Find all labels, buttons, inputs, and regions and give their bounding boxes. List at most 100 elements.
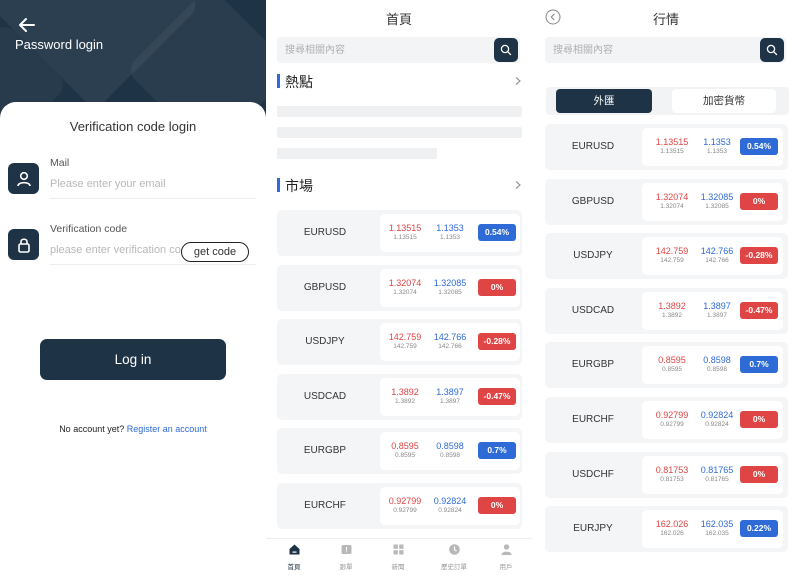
bid-value: 1.3892: [391, 386, 419, 397]
change-badge: 0.54%: [478, 224, 516, 241]
ask-price: 0.8598 0.8598: [692, 355, 742, 373]
login-card: Verification code login Mail Verificatio…: [0, 102, 266, 575]
change-badge: 0%: [478, 497, 516, 514]
bid-sub-value: 142.759: [660, 257, 684, 265]
chevron-right-icon[interactable]: [513, 180, 523, 190]
bid-sub-value: 142.759: [393, 343, 417, 351]
bid-price: 1.3892 1.3892: [380, 387, 430, 405]
bid-value: 1.32074: [388, 277, 422, 288]
quote-row[interactable]: USDJPY 142.759 142.759 142.766 142.766 -0.28%: [277, 319, 522, 366]
quote-row[interactable]: EURJPY 162.026 162.026 162.035 162.035 0.22%: [545, 506, 788, 553]
quote-row[interactable]: USDJPY 142.759 142.759 142.766 142.766 -0.28%: [545, 233, 788, 280]
change-badge: 0%: [478, 278, 516, 296]
quote-price-box: 1.32074 1.32074 1.32085 1.32085 0%: [642, 182, 783, 221]
quote-price-box: 1.3892 1.3892 1.3897 1.3897 -0.47%: [380, 377, 520, 416]
bid-price: 0.81753 0.81753: [647, 465, 697, 483]
quote-price-box: 0.92799 0.92799 0.92824 0.92824 0%: [380, 487, 520, 525]
ask-price: 0.92824 0.92824: [692, 410, 742, 428]
card-title: Verification code login: [69, 119, 197, 134]
quote-price-box: 0.8595 0.8595 0.8598 0.8598 0.7%: [380, 432, 520, 471]
ask-value: 142.766: [700, 246, 734, 257]
nav-item-user[interactable]: 用戶: [484, 543, 528, 571]
quote-price-box: 142.759 142.759 142.766 142.766 -0.28%: [642, 237, 783, 276]
ask-sub-value: 1.3897: [440, 397, 460, 405]
nav-label: 跟單: [339, 564, 353, 571]
home-screen: 首頁 熱點 市場 EURUSD1.135151.135151.13531.135…: [266, 0, 532, 575]
bid-price: 162.026 162.026: [647, 519, 697, 537]
search-input[interactable]: [285, 41, 465, 59]
bid-price: 0.8595 0.8595: [647, 355, 697, 373]
quote-row[interactable]: EURGBP 0.8595 0.8595 0.8598 0.8598 0.7%: [545, 342, 788, 389]
ask-price: 162.035 162.035: [692, 519, 742, 537]
change-badge: -0.47%: [740, 301, 778, 319]
quote-row[interactable]: EURCHF 0.92799 0.92799 0.92824 0.92824 0%: [277, 483, 522, 529]
search-button[interactable]: [760, 38, 784, 62]
ask-sub-value: 1.1353: [707, 148, 727, 155]
register-line: No account yet? Register an account: [0, 424, 266, 434]
mail-field-group: Mail: [8, 157, 258, 202]
ask-price: 1.1353 1.1353: [692, 137, 742, 155]
divider: [50, 264, 256, 265]
login-button[interactable]: Log in: [40, 339, 226, 380]
ask-price: 1.3897 1.3897: [425, 387, 475, 405]
bid-value: 0.8595: [391, 441, 419, 452]
ask-value: 1.1353: [703, 137, 731, 147]
quote-row[interactable]: EURGBP 0.8595 0.8595 0.8598 0.8598 0.7%: [277, 428, 522, 475]
nav-item-news[interactable]: 新聞: [376, 543, 420, 571]
quote-price-box: 0.81753 0.81753 0.81765 0.81765 0%: [642, 455, 783, 494]
nav-label: 新聞: [391, 564, 405, 571]
mail-label: Mail: [50, 157, 70, 169]
change-badge: 0.7%: [478, 442, 516, 460]
ask-value: 1.32085: [433, 277, 467, 288]
bid-price: 1.32074 1.32074: [647, 192, 697, 210]
register-link[interactable]: Register an account: [127, 424, 207, 434]
quote-row[interactable]: EURCHF 0.92799 0.92799 0.92824 0.92824 0%: [545, 397, 788, 443]
tab-crypto[interactable]: 加密貨幣: [672, 89, 776, 113]
quote-row[interactable]: GBPUSD 1.32074 1.32074 1.32085 1.32085 0%: [277, 264, 522, 311]
quote-symbol: USDCAD: [303, 390, 347, 402]
quote-row[interactable]: GBPUSD 1.32074 1.32074 1.32085 1.32085 0%: [545, 178, 788, 225]
quote-price-box: 0.8595 0.8595 0.8598 0.8598 0.7%: [642, 346, 783, 385]
quote-row[interactable]: USDCAD 1.3892 1.3892 1.3897 1.3897 -0.47%: [545, 287, 788, 334]
change-badge: 0.22%: [740, 520, 778, 538]
ask-value: 0.8598: [703, 355, 731, 366]
quote-row[interactable]: EURUSD 1.13515 1.13515 1.1353 1.1353 0.54%: [277, 210, 522, 256]
mail-input[interactable]: [50, 173, 256, 195]
bid-value: 0.8595: [658, 355, 686, 366]
get-code-button[interactable]: get code: [181, 242, 249, 262]
copy-trade-icon: [341, 545, 351, 554]
user-icon: [8, 163, 39, 194]
bid-sub-value: 0.8595: [395, 452, 415, 460]
ask-sub-value: 1.32085: [705, 202, 729, 210]
bid-price: 142.759 142.759: [647, 246, 697, 264]
change-badge: 0%: [740, 465, 778, 483]
change-badge: -0.28%: [740, 247, 778, 265]
quote-row[interactable]: USDCAD 1.3892 1.3892 1.3897 1.3897 -0.47%: [277, 373, 522, 420]
quote-symbol: USDCAD: [571, 304, 615, 316]
bid-value: 0.92799: [388, 496, 422, 506]
nav-item-home[interactable]: 首頁: [272, 543, 316, 571]
quote-price-box: 1.3892 1.3892 1.3897 1.3897 -0.47%: [642, 291, 783, 330]
change-badge: -0.47%: [478, 387, 516, 405]
chevron-right-icon[interactable]: [513, 76, 523, 86]
bid-value: 0.92799: [655, 410, 689, 420]
search-input[interactable]: [553, 41, 733, 59]
quote-row[interactable]: EURUSD 1.13515 1.13515 1.1353 1.1353 0.54%: [545, 124, 788, 170]
nav-item-history[interactable]: 歷史訂單: [432, 543, 476, 571]
change-badge: 0%: [740, 411, 778, 428]
bid-price: 1.32074 1.32074: [380, 278, 430, 296]
quote-row[interactable]: USDCHF 0.81753 0.81753 0.81765 0.81765 0%: [545, 451, 788, 498]
search-icon: [500, 44, 512, 56]
arrow-left-icon[interactable]: [14, 12, 40, 38]
code-input[interactable]: [50, 239, 182, 261]
bid-price: 0.92799 0.92799: [380, 496, 430, 514]
bid-value: 0.81753: [655, 464, 689, 475]
tab-forex[interactable]: 外匯: [556, 89, 652, 113]
quote-symbol: EURCHF: [304, 500, 346, 511]
bottom-nav: 首頁 跟單 新聞 歷史訂單 用戶: [266, 538, 532, 575]
nav-item-copy-trade[interactable]: 跟單: [324, 543, 368, 571]
password-login-link[interactable]: Password login: [15, 37, 103, 52]
search-button[interactable]: [494, 38, 518, 62]
divider: [50, 198, 256, 199]
ask-sub-value: 162.035: [705, 530, 729, 538]
